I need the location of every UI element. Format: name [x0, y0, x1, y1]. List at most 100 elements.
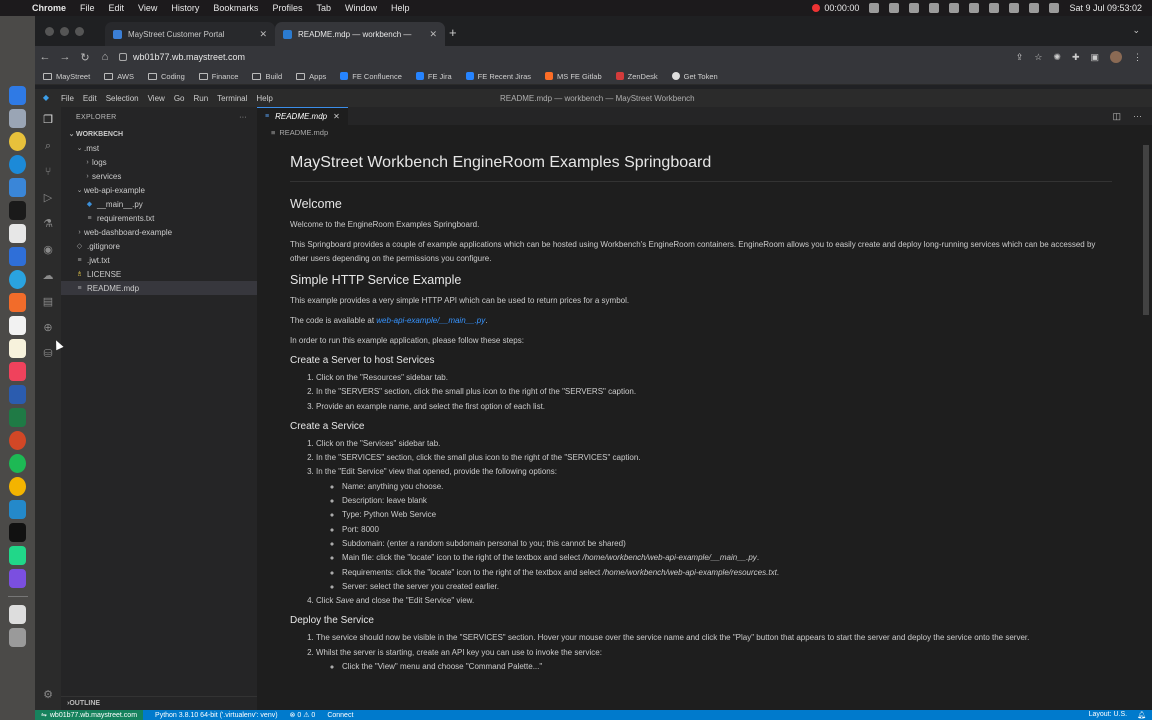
extension-icon[interactable]: ✺	[1053, 52, 1061, 63]
bookmark-folder[interactable]: Coding	[148, 72, 185, 81]
testing-icon[interactable]: ⚗	[41, 217, 55, 231]
close-editor-icon[interactable]: ✕	[333, 112, 340, 121]
vs-menu-edit[interactable]: Edit	[83, 94, 97, 103]
clock[interactable]: Sat 9 Jul 09:53:02	[1069, 3, 1142, 13]
tree-root[interactable]: ⌄ WORKBENCH	[61, 127, 257, 141]
bookmark-link[interactable]: ZenDesk	[615, 72, 658, 81]
tree-item-services[interactable]: › services	[61, 169, 257, 183]
notifications-bell-icon[interactable]: 🔔︎	[1137, 711, 1146, 719]
control-center-icon[interactable]	[1049, 3, 1060, 13]
tray-icon[interactable]	[929, 3, 940, 13]
share-icon[interactable]: ⇪	[1016, 52, 1024, 63]
zoom-window-button[interactable]	[75, 27, 84, 36]
more-actions-icon[interactable]: ···	[239, 114, 247, 121]
app-icon[interactable]	[9, 293, 26, 312]
bookmark-link[interactable]: Get Token	[671, 72, 718, 81]
tray-icon[interactable]	[989, 3, 1000, 13]
tray-icon[interactable]	[909, 3, 920, 13]
trash-icon[interactable]	[9, 628, 26, 647]
settings-gear-icon[interactable]: ⚙	[41, 688, 55, 702]
minimize-window-button[interactable]	[60, 27, 69, 36]
remote-icon[interactable]: ◉	[41, 243, 55, 257]
tree-item-mst[interactable]: ⌄ .mst	[61, 141, 257, 155]
datagrip-icon[interactable]	[9, 569, 26, 588]
tray-icon[interactable]	[949, 3, 960, 13]
launchpad-icon[interactable]	[9, 109, 26, 128]
terminal-icon[interactable]	[9, 201, 26, 220]
lock-icon[interactable]	[119, 53, 127, 61]
search-icon[interactable]: ⌕	[41, 139, 55, 153]
tray-icon[interactable]	[869, 3, 880, 13]
app-icon[interactable]	[9, 477, 26, 496]
source-control-icon[interactable]: ⑂	[41, 165, 55, 179]
tree-item-requirements[interactable]: ≡ requirements.txt	[61, 211, 257, 225]
back-icon[interactable]: ←	[35, 51, 55, 63]
menu-profiles[interactable]: Profiles	[272, 3, 302, 13]
new-tab-button[interactable]: +	[449, 25, 457, 40]
menu-history[interactable]: History	[171, 3, 199, 13]
editor-tab-readme[interactable]: ≡ README.mdp ✕	[257, 107, 348, 125]
connect-button[interactable]: Connect	[327, 712, 353, 719]
vs-menu-file[interactable]: File	[61, 94, 74, 103]
bookmark-folder[interactable]: MayStreet	[43, 72, 90, 81]
vs-menu-view[interactable]: View	[148, 94, 165, 103]
bookmark-link[interactable]: MS FE Gitlab	[545, 72, 602, 81]
bookmark-link[interactable]: FE Jira	[415, 72, 452, 81]
bookmark-folder[interactable]: AWS	[104, 72, 134, 81]
mail-icon[interactable]	[9, 178, 26, 197]
music-icon[interactable]	[9, 362, 26, 381]
problems-indicator[interactable]: ⊗ 0 ⚠ 0	[290, 711, 316, 719]
breadcrumb-item[interactable]: README.mdp	[279, 128, 328, 137]
vs-menu-go[interactable]: Go	[174, 94, 185, 103]
tree-item-gitignore[interactable]: ◇ .gitignore	[61, 239, 257, 253]
tree-item-license[interactable]: ♗ LICENSE	[61, 267, 257, 281]
tree-item-jwt[interactable]: ≡ .jwt.txt	[61, 253, 257, 267]
tree-item-web-dashboard-example[interactable]: › web-dashboard-example	[61, 225, 257, 239]
wifi-icon[interactable]	[1029, 3, 1040, 13]
python-interpreter[interactable]: Python 3.8.10 64-bit ('.virtualenv': ven…	[155, 712, 278, 719]
telegram-icon[interactable]	[9, 270, 26, 289]
intellij-icon[interactable]	[9, 523, 26, 542]
notes-icon[interactable]	[9, 339, 26, 358]
forward-icon[interactable]: →	[55, 51, 75, 63]
vs-menu-help[interactable]: Help	[256, 94, 272, 103]
run-debug-icon[interactable]: ▷	[41, 191, 55, 205]
menu-view[interactable]: View	[138, 3, 157, 13]
bookmark-link[interactable]: FE Confluence	[340, 72, 402, 81]
app-menu[interactable]: Chrome	[32, 3, 66, 13]
tree-item-main-py[interactable]: ◆ __main__.py	[61, 197, 257, 211]
evernote-icon[interactable]	[9, 454, 26, 473]
remote-indicator[interactable]: ⇋ wb01b77.wb.maystreet.com	[35, 710, 144, 720]
more-actions-icon[interactable]: ···	[1133, 111, 1142, 122]
reload-icon[interactable]: ↻	[75, 51, 95, 64]
powerpoint-icon[interactable]	[9, 431, 26, 450]
safari-icon[interactable]	[9, 155, 26, 174]
side-panel-icon[interactable]: ▣	[1090, 52, 1099, 63]
calendar-icon[interactable]	[9, 316, 26, 335]
bookmark-folder[interactable]: Apps	[296, 72, 326, 81]
slack-icon[interactable]	[9, 224, 26, 243]
screen-recorder[interactable]: 00:00:00	[812, 3, 859, 13]
tray-icon[interactable]	[1009, 3, 1020, 13]
code-link[interactable]: web-api-example/__main__.py	[376, 316, 485, 325]
menu-bookmarks[interactable]: Bookmarks	[213, 3, 258, 13]
bookmark-folder[interactable]: Finance	[198, 72, 238, 81]
database-icon[interactable]: ⛁	[41, 347, 55, 361]
vs-menu-selection[interactable]: Selection	[106, 94, 139, 103]
document-icon[interactable]	[9, 605, 26, 624]
bookmark-folder[interactable]: Build	[252, 72, 282, 81]
word-icon[interactable]	[9, 385, 26, 404]
apple-icon[interactable]	[12, 2, 24, 14]
close-window-button[interactable]	[45, 27, 54, 36]
tree-item-logs[interactable]: › logs	[61, 155, 257, 169]
tab-search-icon[interactable]: ⌄	[1132, 25, 1140, 36]
menu-edit[interactable]: Edit	[109, 3, 125, 13]
vs-menu-terminal[interactable]: Terminal	[217, 94, 247, 103]
finder-icon[interactable]	[9, 86, 26, 105]
menu-file[interactable]: File	[80, 3, 95, 13]
tree-item-web-api-example[interactable]: ⌄ web-api-example	[61, 183, 257, 197]
vscode-icon[interactable]	[9, 500, 26, 519]
inspect-icon[interactable]: ⊕	[41, 321, 55, 335]
split-editor-icon[interactable]: ◫	[1112, 111, 1121, 122]
tray-icon[interactable]	[889, 3, 900, 13]
